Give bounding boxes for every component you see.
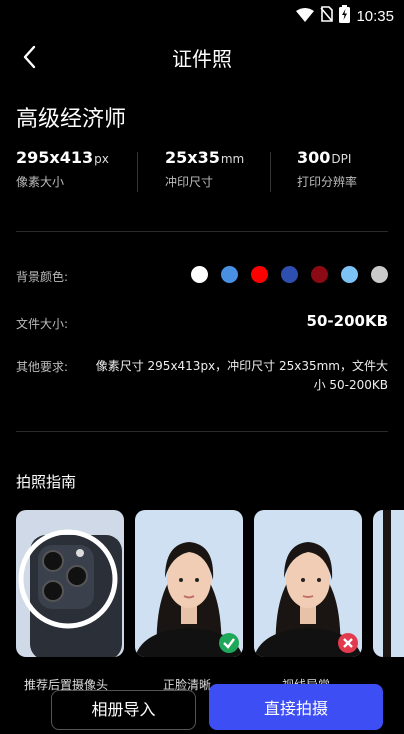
wifi-icon	[296, 7, 315, 26]
other-req-label: 其他要求:	[16, 360, 69, 374]
bg-color-white[interactable]	[191, 266, 208, 283]
cross-icon	[338, 633, 358, 653]
status-bar: 10:35	[0, 0, 404, 30]
bg-color-list	[191, 266, 388, 283]
spec-name: 高级经济师	[16, 107, 127, 132]
bg-color-red[interactable]	[251, 266, 268, 283]
spec-print-size: 25x35mm 冲印尺寸	[165, 148, 244, 190]
battery-charging-icon	[339, 5, 351, 27]
guide-card-gaze-abnormal	[254, 510, 362, 657]
spec-label: 冲印尺寸	[165, 175, 214, 189]
guide-card-more	[373, 510, 404, 657]
spec-value: 25x35	[165, 148, 220, 167]
spec-value: 295x413	[16, 148, 94, 167]
spec-unit: px	[94, 152, 109, 166]
spec-unit: DPI	[331, 152, 352, 166]
spec-summary: 295x413px 像素大小 25x35mm 冲印尺寸 300DPI 打印分辨率	[0, 148, 404, 196]
guide-card-face-clear	[135, 510, 243, 657]
divider	[16, 231, 388, 232]
spec-label: 像素大小	[16, 175, 65, 189]
other-req-value: 像素尺寸 295x413px，冲印尺寸 25x35mm，文件大小 50-200K…	[95, 359, 388, 392]
page-title: 证件照	[172, 47, 232, 71]
bg-color-label: 背景颜色:	[16, 270, 69, 284]
album-import-button[interactable]: 相册导入	[51, 690, 196, 730]
status-time: 10:35	[356, 7, 394, 25]
bg-color-gray[interactable]	[371, 266, 388, 283]
spec-unit: mm	[220, 152, 245, 166]
guide-card-list[interactable]	[16, 510, 404, 660]
phone-camera-illustration	[18, 529, 122, 657]
top-bar: 证件照	[0, 34, 404, 80]
spec-label: 打印分辨率	[297, 175, 358, 189]
bg-color-light-blue[interactable]	[341, 266, 358, 283]
spec-value: 300	[297, 148, 331, 167]
divider	[16, 431, 388, 432]
file-size-label: 文件大小:	[16, 317, 69, 331]
no-sim-icon	[320, 6, 334, 26]
file-size-value: 50-200KB	[306, 312, 388, 330]
bg-color-blue[interactable]	[221, 266, 238, 283]
guide-card-rear-camera	[16, 510, 124, 657]
divider	[270, 152, 271, 192]
spec-pixel-size: 295x413px 像素大小	[16, 148, 109, 190]
take-photo-button[interactable]: 直接拍摄	[209, 684, 383, 730]
check-icon	[219, 633, 239, 653]
bg-color-dark-blue[interactable]	[281, 266, 298, 283]
divider	[137, 152, 138, 192]
guide-title: 拍照指南	[16, 473, 77, 491]
bg-color-dark-red[interactable]	[311, 266, 328, 283]
spec-dpi: 300DPI 打印分辨率	[297, 148, 357, 190]
